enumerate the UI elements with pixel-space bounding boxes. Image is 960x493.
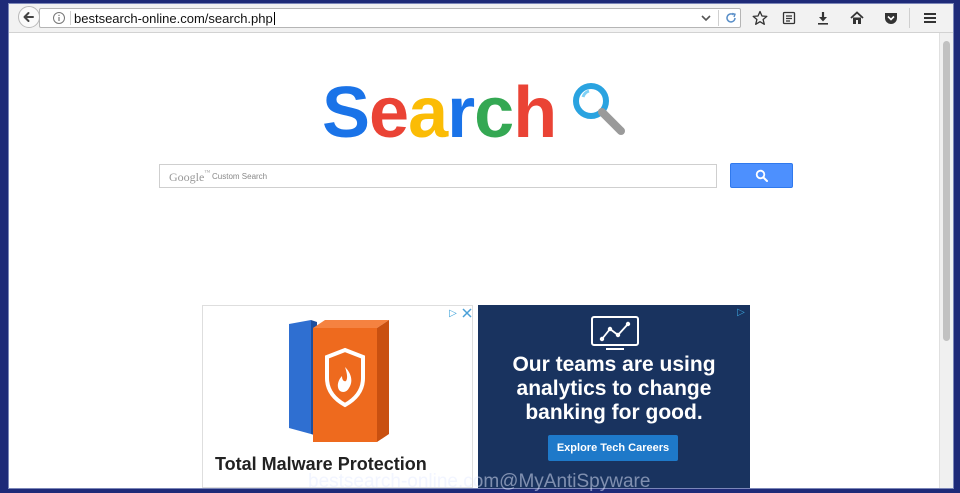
adchoices-icon[interactable]: ▷ (735, 307, 747, 319)
logo-letter: c (474, 73, 514, 153)
logo-letter: r (447, 73, 475, 153)
watermark-text: bestsearch-online.com@MyAntiSpyware (308, 471, 651, 492)
search-button[interactable] (730, 163, 793, 188)
urlbar-divider (718, 10, 719, 26)
ad-headline: Our teams are using analytics to change … (512, 353, 716, 424)
logo-letter: a (408, 73, 448, 153)
address-bar[interactable]: bestsearch-online.com/search.php (39, 8, 741, 28)
software-box-image (289, 320, 389, 442)
home-icon[interactable] (849, 10, 865, 26)
pocket-icon[interactable] (883, 10, 899, 26)
close-icon[interactable] (461, 307, 473, 319)
search-icon (755, 169, 768, 182)
info-icon[interactable] (52, 11, 66, 25)
browser-toolbar: bestsearch-online.com/search.php (9, 4, 953, 33)
logo-letter: e (369, 73, 409, 153)
chevron-down-icon[interactable] (700, 12, 712, 24)
back-button[interactable] (18, 6, 40, 28)
adchoices-icon[interactable]: ▷ (447, 308, 459, 320)
download-icon[interactable] (815, 10, 831, 26)
search-logo: Search (322, 73, 557, 153)
browser-window: bestsearch-online.com/search.php Search … (8, 3, 954, 489)
google-brand-label: Google™ (169, 170, 211, 184)
scrollbar-thumb[interactable] (943, 41, 950, 341)
banking-ad[interactable]: ▷ Our teams are using analytics to chang… (478, 305, 750, 488)
analytics-chart-icon (591, 316, 639, 350)
reload-icon[interactable] (724, 11, 738, 25)
toolbar-divider (909, 8, 910, 28)
star-icon[interactable] (752, 10, 768, 26)
back-arrow-icon (23, 12, 34, 22)
reading-list-icon[interactable] (781, 10, 797, 26)
search-placeholder: Custom Search (212, 172, 268, 181)
scrollbar[interactable] (939, 33, 953, 488)
malware-ad[interactable]: ▷ Total Malware Protection (202, 305, 473, 488)
urlbar-divider (70, 11, 71, 25)
menu-icon[interactable] (922, 10, 938, 26)
url-text[interactable]: bestsearch-online.com/search.php (74, 11, 275, 26)
page-content: Search Google™ Custom Search ▷ Total Mal… (9, 33, 939, 488)
magnifier-logo-icon (573, 83, 625, 135)
search-input[interactable]: Google™ Custom Search (159, 164, 717, 188)
explore-careers-button[interactable]: Explore Tech Careers (548, 435, 678, 461)
logo-letter: h (513, 73, 557, 153)
logo-letter: S (322, 73, 370, 153)
